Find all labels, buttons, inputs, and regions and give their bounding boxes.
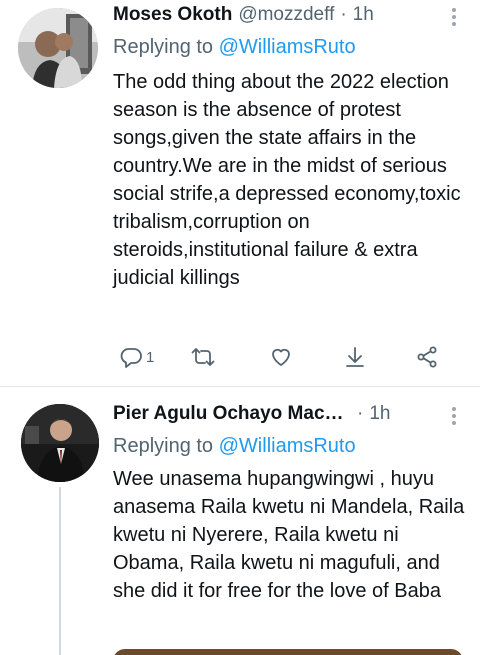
mention-link[interactable]: @WilliamsRuto — [219, 36, 356, 58]
tweet-time[interactable]: 1h — [353, 2, 374, 28]
avatar-photo — [18, 8, 98, 88]
reply-count: 1 — [146, 348, 155, 366]
avatar[interactable] — [18, 8, 98, 88]
avatar[interactable] — [21, 404, 99, 482]
retweet-icon — [191, 348, 215, 366]
reply-icon — [120, 348, 142, 368]
avatar-photo — [21, 404, 99, 482]
more-options-icon[interactable] — [452, 8, 458, 26]
separator-dot: · — [340, 4, 347, 25]
share-icon — [417, 346, 437, 368]
share-button[interactable] — [415, 342, 439, 372]
author-handle[interactable]: @mozzdeff — [238, 2, 334, 28]
tweet-header: Pier Agulu Ochayo Mach ... · 1h — [113, 401, 460, 427]
author-name[interactable]: Pier Agulu Ochayo Mach ... — [113, 401, 345, 427]
tweet-actions: 1 — [113, 342, 453, 372]
tweet-text: The odd thing about the 2022 election se… — [113, 71, 461, 289]
tweet[interactable]: Pier Agulu Ochayo Mach ... · 1h Replying… — [0, 387, 480, 655]
tweet-time[interactable]: 1h — [369, 401, 390, 427]
replying-to-label: Replying to — [113, 435, 214, 457]
author-name[interactable]: Moses Okoth — [113, 2, 232, 28]
more-options-icon[interactable] — [452, 407, 458, 425]
tweet-header: Moses Okoth @mozzdeff · 1h — [113, 2, 460, 28]
media-preview[interactable] — [113, 649, 463, 655]
separator-dot: · — [357, 403, 364, 424]
download-button[interactable] — [343, 342, 367, 372]
reply-button[interactable]: 1 — [119, 342, 154, 372]
like-button[interactable] — [269, 342, 293, 372]
download-icon — [346, 347, 364, 367]
replying-to: Replying to @WilliamsRuto — [113, 34, 356, 60]
retweet-button[interactable] — [191, 342, 215, 372]
tweet-text: Wee unasema hupangwingwi , huyu anasema … — [113, 468, 465, 602]
replying-to: Replying to @WilliamsRuto — [113, 433, 356, 459]
mention-link[interactable]: @WilliamsRuto — [219, 435, 356, 457]
tweet[interactable]: Moses Okoth @mozzdeff · 1h Replying to @… — [0, 0, 480, 386]
thread-line — [59, 487, 61, 655]
replying-to-label: Replying to — [113, 36, 214, 58]
heart-icon — [272, 348, 290, 366]
